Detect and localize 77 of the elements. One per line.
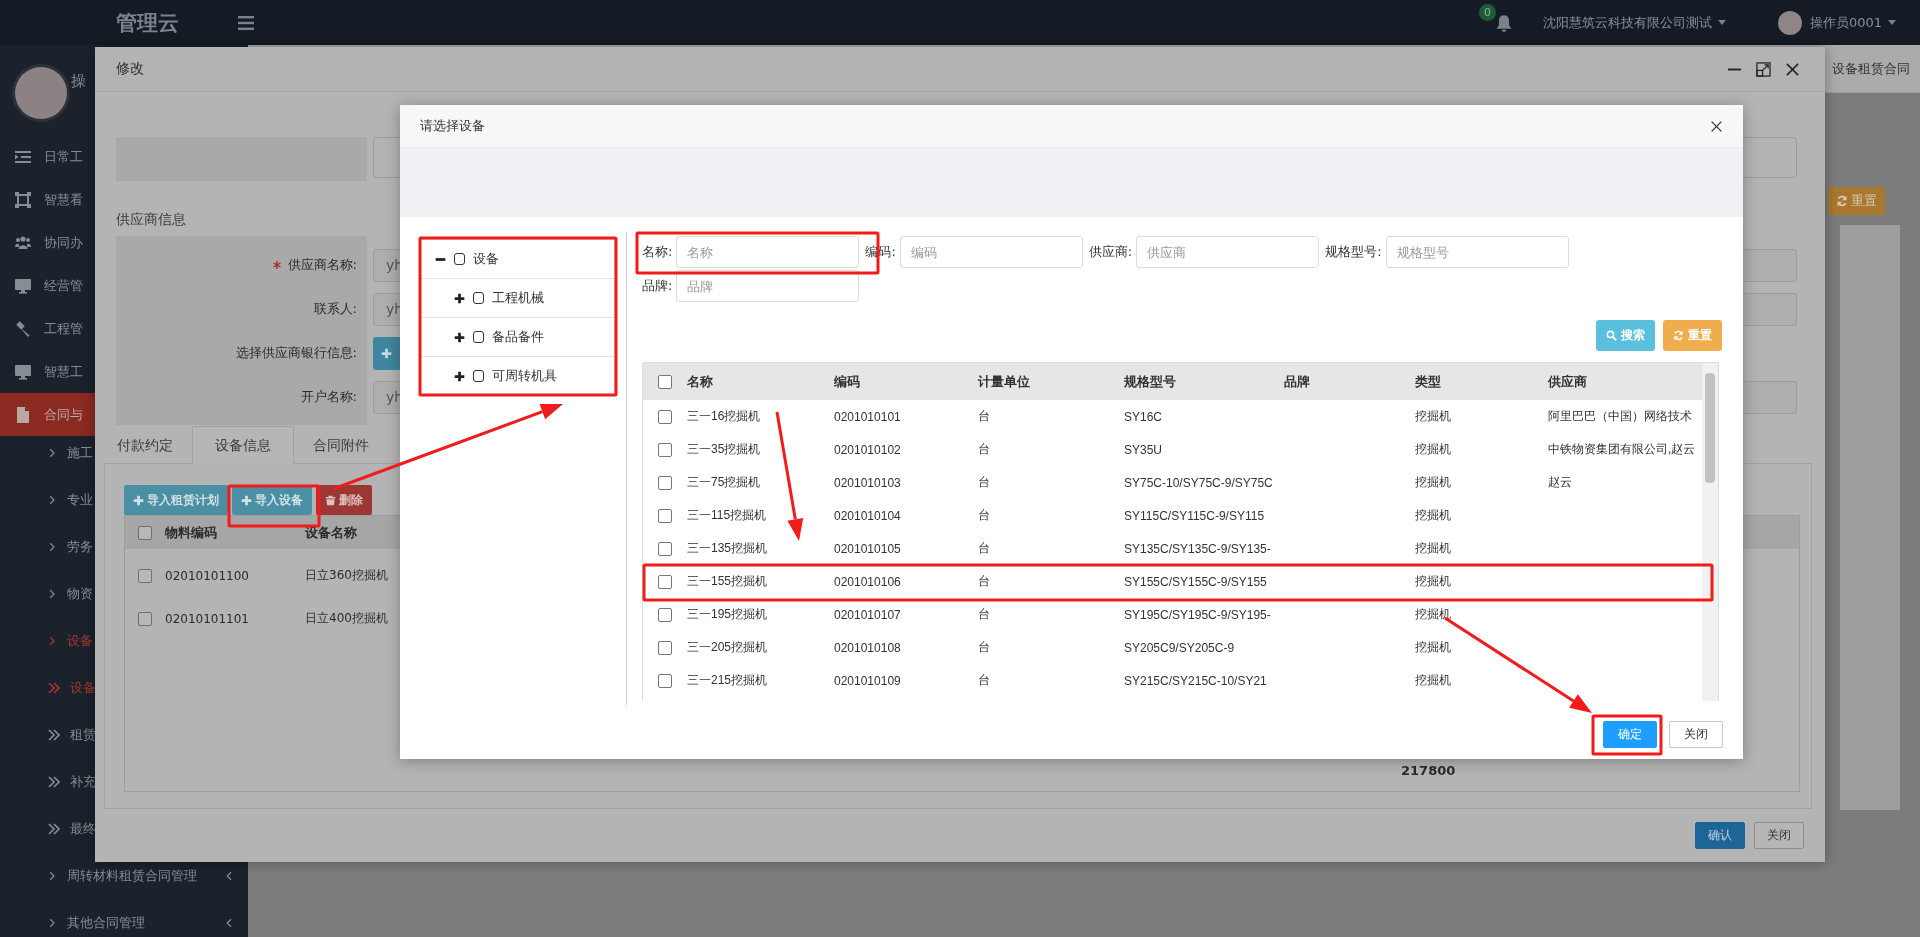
- table-cell-text: 挖掘机: [1415, 408, 1452, 425]
- field-label: 供应商:: [1088, 243, 1133, 261]
- table-cell-text: 台: [978, 606, 991, 623]
- table-cell-text: 台: [978, 639, 991, 656]
- table-cell-text: 三一155挖掘机: [687, 573, 769, 590]
- total-amount: 217800: [1401, 762, 1456, 778]
- table-cell-text: 挖掘机: [1415, 474, 1452, 491]
- table-cell-text: 三一215挖掘机: [687, 672, 769, 689]
- table-cell-text: 三一205挖掘机: [687, 639, 769, 656]
- table-cell-text: 0201010108: [834, 640, 902, 655]
- table-cell-text: 阿里巴巴（中国）网络技术: [1548, 408, 1693, 425]
- table-cell-text: 日立360挖掘机: [305, 567, 389, 584]
- field-label: 品牌:: [642, 277, 673, 295]
- table-cell-text: 挖掘机: [1415, 441, 1452, 458]
- app-logo: 管理云: [115, 9, 180, 37]
- column-header: 规格型号: [1124, 372, 1177, 391]
- table-cell-text: 三一195挖掘机: [687, 606, 769, 623]
- column-header: 名称: [687, 372, 714, 391]
- column-header: 物料编码: [165, 523, 218, 542]
- field-label: 开户名称:: [300, 388, 357, 406]
- table-cell-text: 中铁物资集团有限公司,赵云: [1548, 441, 1697, 458]
- field-label: 供应商名称:: [287, 256, 357, 274]
- table-cell-text: 台: [978, 573, 991, 590]
- field-label: 规格型号:: [1325, 243, 1382, 261]
- table-cell-text: 三一75挖掘机: [687, 474, 762, 491]
- column-header: 设备名称: [305, 523, 358, 542]
- field-label: 名称:: [642, 243, 673, 261]
- table-cell-text: 0201010105: [834, 541, 902, 556]
- table-cell-text: 0201010101: [834, 409, 902, 424]
- field-label: 编码:: [865, 243, 896, 261]
- table-cell-text: 0201010102: [834, 442, 902, 457]
- table-cell-text: SY75C-10/SY75C-9/SY75C: [1124, 475, 1274, 490]
- field-label: 选择供应商银行信息:: [235, 344, 357, 362]
- table-cell-text: 挖掘机: [1415, 507, 1452, 524]
- table-cell-text: 赵云: [1548, 474, 1573, 491]
- table-cell-text: 挖掘机: [1415, 672, 1452, 689]
- field-label: 联系人:: [313, 300, 357, 318]
- dialog-title: 修改: [116, 60, 145, 78]
- notification-badge: 0: [1478, 3, 1496, 21]
- table-cell-text: 0201010107: [834, 607, 902, 622]
- column-header: 计量单位: [978, 372, 1031, 391]
- table-cell-text: 0201010104: [834, 508, 902, 523]
- column-header: 供应商: [1548, 372, 1588, 391]
- table-cell-text: SY115C/SY115C-9/SY115: [1124, 508, 1266, 523]
- table-cell-text: 日立400挖掘机: [305, 610, 389, 627]
- table-cell-text: SY205C9/SY205C-9: [1124, 640, 1236, 655]
- table-cell-text: 挖掘机: [1415, 606, 1452, 623]
- table-cell-text: 台: [978, 540, 991, 557]
- column-header: 品牌: [1284, 372, 1311, 391]
- section-title: 供应商信息: [116, 210, 187, 229]
- table-cell-text: 台: [978, 507, 991, 524]
- table-cell-text: 挖掘机: [1415, 540, 1452, 557]
- table-cell-text: SY35U: [1124, 442, 1164, 457]
- table-cell-text: SY155C/SY155C-9/SY155: [1124, 574, 1268, 589]
- table-cell-text: 三一115挖掘机: [687, 507, 768, 524]
- table-cell-text: 0201010103: [834, 475, 902, 490]
- table-cell-text: SY215C/SY215C-10/SY21: [1124, 673, 1268, 688]
- table-cell-text: SY135C/SY135C-9/SY135-: [1124, 541, 1272, 556]
- table-cell-text: 三一16挖掘机: [687, 408, 762, 425]
- table-cell-text: 挖掘机: [1415, 639, 1452, 656]
- column-header: 类型: [1415, 372, 1442, 391]
- table-cell-text: 三一35挖掘机: [687, 441, 762, 458]
- table-cell-text: 台: [978, 441, 991, 458]
- user-name: 操: [71, 72, 86, 91]
- table-cell-text: SY195C/SY195C-9/SY195-: [1124, 607, 1272, 622]
- table-cell-text: 02010101100: [165, 568, 250, 583]
- table-cell-text: SY16C: [1124, 409, 1164, 424]
- table-cell-text: 0201010109: [834, 673, 902, 688]
- table-cell-text: 挖掘机: [1415, 573, 1452, 590]
- table-cell-text: 三一135挖掘机: [687, 540, 769, 557]
- column-header: 编码: [834, 372, 861, 391]
- table-cell-text: 台: [978, 672, 991, 689]
- table-cell-text: 台: [978, 408, 991, 425]
- dialog-title: 请选择设备: [420, 117, 486, 135]
- table-cell-text: 台: [978, 474, 991, 491]
- table-cell-text: 0201010106: [834, 574, 902, 589]
- table-cell-text: 02010101101: [165, 611, 250, 626]
